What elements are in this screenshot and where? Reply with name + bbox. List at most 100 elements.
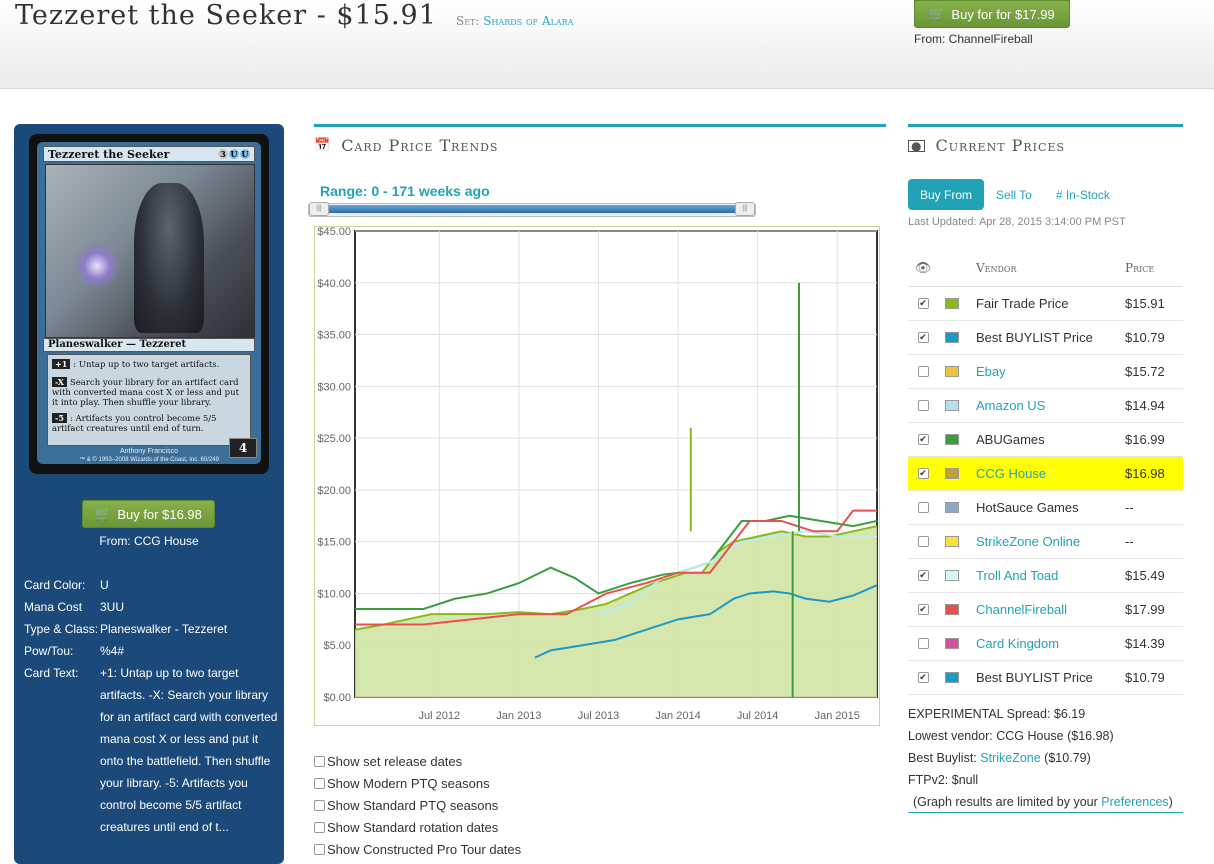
card-price: - $15.91 (307, 0, 437, 31)
y-tick-label: $15.00 (317, 537, 351, 549)
calendar-icon: 📅 (314, 138, 332, 153)
option-standard-ptq[interactable]: Show Standard PTQ seasons (314, 794, 521, 816)
y-tick-label: $40.00 (317, 278, 351, 290)
mana-cost-icons: 3 U U (218, 149, 250, 159)
vendor-visibility-checkbox[interactable]: ✔ (917, 672, 929, 683)
vendor-visibility-checkbox[interactable]: ✔ (917, 570, 929, 581)
trends-divider (314, 124, 886, 127)
card-image: Tezzeret the Seeker 3 U U Planeswalker —… (29, 134, 269, 474)
mana-blue-icon: U (229, 149, 239, 159)
chart-options: Show set release dates Show Modern PTQ s… (314, 750, 521, 860)
ability-plus-one: +1: Untap up to two target artifacts. (52, 359, 246, 370)
prop-row: Card Color: U (24, 578, 109, 592)
price-row: StrikeZone Online -- (908, 525, 1183, 559)
y-tick-label: $5.00 (323, 640, 351, 652)
vendor-name[interactable]: StrikeZone Online (966, 534, 1125, 549)
x-tick-label: Jan 2015 (815, 710, 860, 722)
vendor-name: ABUGames (976, 432, 1045, 447)
card-properties: Card Color: U Mana Cost 3UU Type & Class: P… (24, 574, 279, 838)
checkbox[interactable] (314, 755, 325, 767)
page-title: Tezzeret the Seeker - $15.91 (15, 0, 437, 31)
range-slider[interactable]: ||| ||| (308, 202, 756, 217)
y-tick-label: $10.00 (317, 588, 351, 600)
card-frame: Tezzeret the Seeker 3 U U Planeswalker —… (37, 142, 261, 464)
vendor-price: -- (1125, 500, 1134, 515)
set-link[interactable]: Shards of Alara (483, 14, 573, 28)
vendor-price: $15.91 (1125, 296, 1165, 311)
vendor-name[interactable]: Card Kingdom (966, 636, 1125, 651)
option-modern-ptq[interactable]: Show Modern PTQ seasons (314, 772, 521, 794)
price-chart: $0.00 $5.00 $10.00 $15.00 $20.00 $25.00 $30.00… (314, 226, 880, 726)
vendor-visibility-checkbox[interactable] (917, 502, 929, 513)
vendor-visibility-checkbox[interactable] (917, 366, 929, 377)
range-slider-left-handle[interactable]: ||| (309, 202, 329, 216)
checkbox[interactable] (314, 777, 325, 789)
prop-row: Type & Class: Planeswalker - Tezzeret (24, 622, 228, 636)
vendor-visibility-checkbox[interactable]: ✔ (917, 434, 929, 445)
option-set-release-dates[interactable]: Show set release dates (314, 750, 521, 772)
vendor-name[interactable]: Ebay (966, 364, 1125, 379)
preferences-link[interactable]: Preferences (1101, 795, 1168, 809)
card-art (45, 164, 255, 338)
vendor-visibility-checkbox[interactable]: ✔ (917, 604, 929, 615)
vendor-name[interactable]: CCG House (966, 466, 1125, 481)
card-copyright: ™ & © 1993–2008 Wizards of the Coast, In… (79, 457, 219, 463)
vendor-price: $10.79 (1125, 330, 1165, 345)
price-row: ✔ Troll And Toad $15.49 (908, 559, 1183, 593)
vendor-header: Vendor (976, 261, 1017, 275)
vendor-price: $17.99 (1125, 602, 1165, 617)
vendor-visibility-checkbox[interactable] (917, 536, 929, 547)
series-color-swatch (945, 434, 959, 445)
lowest-vendor-text: Lowest vendor: CCG House ($16.98) (908, 729, 1114, 743)
checkbox[interactable] (314, 843, 325, 855)
y-tick-label: $20.00 (317, 485, 351, 497)
tab-in-stock[interactable]: # In-Stock (1044, 179, 1122, 210)
vendor-name[interactable]: ChannelFireball (966, 602, 1125, 617)
top-buy-button[interactable]: 🛒 Buy for for $17.99 (914, 0, 1070, 28)
ftp-text: FTPv2: $null (908, 773, 979, 787)
prop-row: Card Text: +1: Untap up to two target art… (24, 666, 278, 834)
last-updated: Last Updated: Apr 28, 2015 3:14:00 PM PS… (908, 216, 1126, 228)
set-line: Set: Shards of Alara (456, 14, 574, 28)
cart-icon: 🛒 (929, 6, 946, 21)
vendor-name[interactable]: Amazon US (966, 398, 1125, 413)
price-header: Price (1125, 261, 1155, 275)
vendor-visibility-checkbox[interactable] (917, 400, 929, 411)
price-row: ✔ ABUGames $16.99 (908, 423, 1183, 457)
series-color-swatch (945, 638, 959, 649)
prices-divider (908, 124, 1183, 127)
x-tick-label: Jul 2013 (578, 710, 620, 722)
price-row: Amazon US $14.94 (908, 389, 1183, 423)
price-rows: ✔ Fair Trade Price $15.91 ✔ Best BUYLIST Pri… (908, 287, 1183, 695)
spread-text: EXPERIMENTAL Spread: $6.19 (908, 707, 1086, 721)
vendor-name: HotSauce Games (976, 500, 1079, 515)
price-chart-svg: $0.00 $5.00 $10.00 $15.00 $20.00 $25.00 $30.00… (317, 227, 878, 722)
card-text-box: +1: Untap up to two target artifacts. -X… (47, 354, 251, 446)
tab-buy-from[interactable]: Buy From (908, 179, 985, 210)
option-rotation-dates[interactable]: Show Standard rotation dates (314, 816, 521, 838)
price-tabs: Buy From Sell To # In-Stock (908, 179, 1122, 210)
vendor-visibility-checkbox[interactable]: ✔ (917, 468, 929, 479)
card-buy-button[interactable]: 🛒 Buy for $16.98 (82, 500, 215, 528)
y-tick-label: $45.00 (317, 227, 351, 238)
series-color-swatch (945, 672, 959, 683)
top-buy-from: From: ChannelFireball (914, 32, 1033, 46)
price-row: ✔ Best BUYLIST Price $10.79 (908, 661, 1183, 695)
range-label: Range: 0 - 171 weeks ago (320, 183, 490, 199)
vendor-visibility-checkbox[interactable]: ✔ (917, 332, 929, 343)
series-color-swatch (945, 332, 959, 343)
best-buylist-link[interactable]: StrikeZone (980, 751, 1040, 765)
option-pro-tour-dates[interactable]: Show Constructed Pro Tour dates (314, 838, 521, 860)
vendor-price: $15.72 (1125, 364, 1165, 379)
tab-sell-to[interactable]: Sell To (984, 179, 1044, 210)
range-slider-right-handle[interactable]: ||| (735, 202, 755, 216)
card-info-panel: Tezzeret the Seeker 3 U U Planeswalker —… (14, 124, 284, 864)
vendor-visibility-checkbox[interactable] (917, 638, 929, 649)
range-slider-fill (323, 205, 741, 213)
vendor-name[interactable]: Troll And Toad (966, 568, 1125, 583)
vendor-visibility-checkbox[interactable]: ✔ (917, 298, 929, 309)
mana-generic-icon: 3 (218, 149, 228, 159)
checkbox[interactable] (314, 799, 325, 811)
checkbox[interactable] (314, 821, 325, 833)
card-art-figure (134, 183, 204, 333)
